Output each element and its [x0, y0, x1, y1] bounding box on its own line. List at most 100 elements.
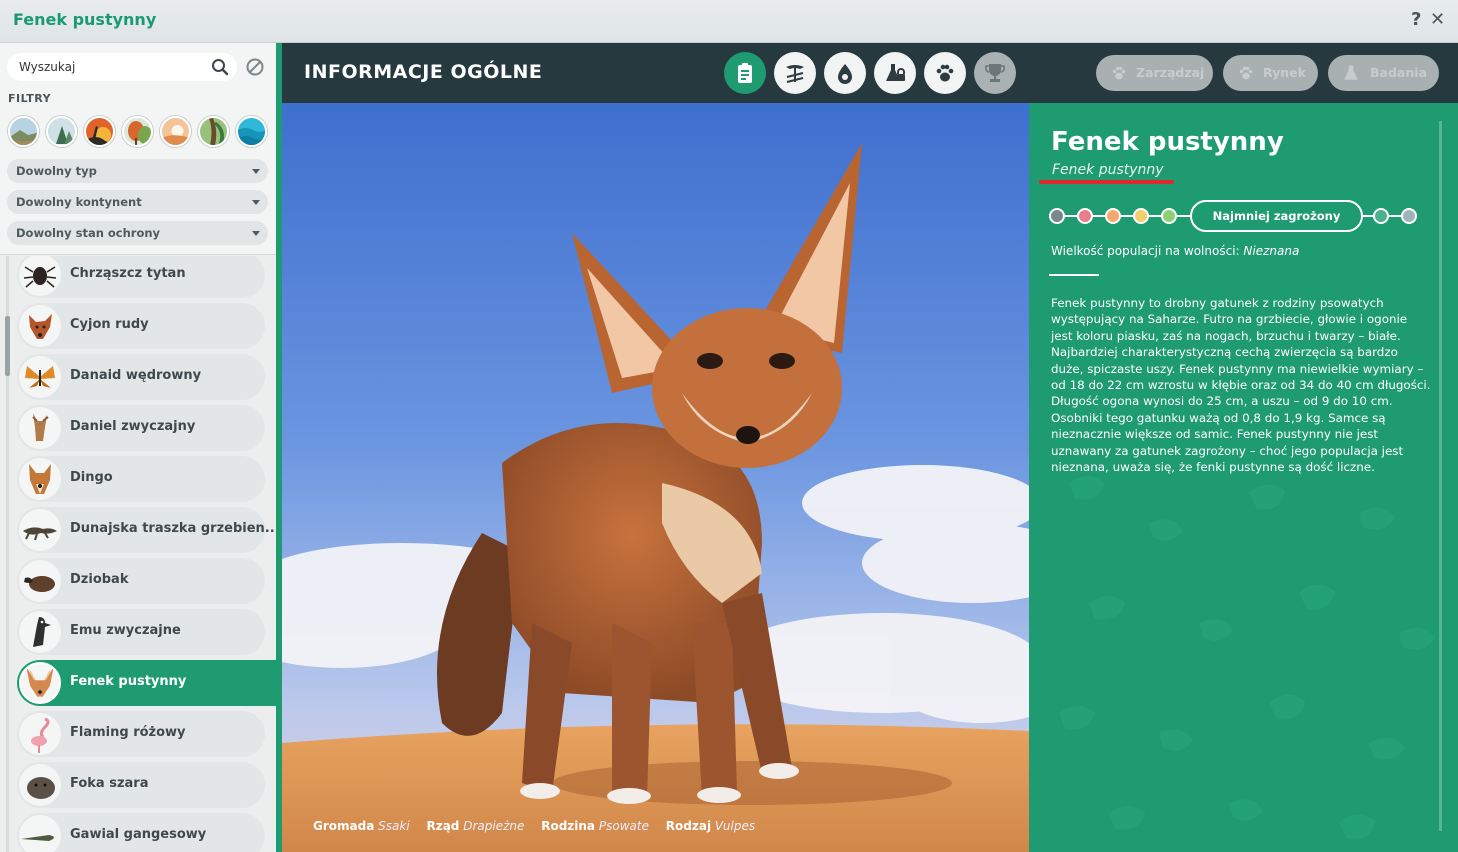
taxonomy-bar: Gromada Ssaki Rząd Drapieżne Rodzina Pso… — [313, 819, 768, 833]
tab-food[interactable] — [824, 52, 866, 94]
clipboard-icon — [738, 63, 752, 83]
trophy-icon — [985, 64, 1005, 82]
population-line: Wielkość populacji na wolności: Nieznana — [1051, 244, 1299, 258]
class-key: Gromada — [313, 819, 375, 833]
tab-animals[interactable] — [924, 52, 966, 94]
list-item[interactable]: Dziobak — [17, 558, 265, 604]
population-value: Nieznana — [1243, 244, 1300, 258]
status-badge: Najmniej zagrożony — [1190, 200, 1363, 232]
flask-icon — [1344, 65, 1358, 80]
tropical-icon[interactable] — [84, 116, 115, 147]
conservation-dropdown[interactable]: Dowolny stan ochrony — [7, 221, 268, 245]
list-item-selected[interactable]: Fenek pustynny — [17, 660, 276, 706]
spellcheck-underline — [1039, 180, 1174, 184]
enrichment-icon — [886, 64, 905, 81]
butterfly-icon — [19, 356, 61, 398]
status-dot — [1077, 208, 1093, 224]
research-button-label: Badania — [1370, 65, 1427, 80]
seal-icon — [19, 764, 61, 806]
title-bar: Fenek pustynny ? ✕ — [0, 0, 1458, 43]
sidebar: Wyszukaj FILTRY Dowolny typ Dowolny kont… — [0, 43, 282, 852]
order-key: Rząd — [426, 819, 460, 833]
search-placeholder: Wyszukaj — [19, 60, 76, 74]
continent-dropdown[interactable]: Dowolny kontynent — [7, 190, 268, 214]
dhole-icon — [19, 305, 61, 347]
divider — [1049, 274, 1099, 276]
clear-filters-icon[interactable] — [245, 57, 265, 81]
list-item-label: Dunajska traszka grzebien... — [70, 521, 276, 536]
deer-icon — [19, 407, 61, 449]
paw-icon — [1112, 66, 1126, 80]
aquatic-icon[interactable] — [236, 116, 267, 147]
close-button[interactable]: ✕ — [1430, 9, 1445, 31]
list-item[interactable]: Emu zwyczajne — [17, 609, 265, 655]
platypus-icon — [19, 560, 61, 602]
list-item-label: Fenek pustynny — [70, 674, 187, 689]
list-item-label: Danaid wędrowny — [70, 368, 202, 383]
list-item[interactable]: Daniel zwyczajny — [17, 405, 265, 451]
help-button[interactable]: ? — [1411, 9, 1421, 31]
animal-latin-name: Fenek pustynny — [1052, 162, 1164, 178]
family-key: Rodzina — [541, 819, 596, 833]
list-item[interactable]: Cyjon rudy — [17, 303, 265, 349]
newt-icon — [19, 509, 61, 551]
list-item[interactable]: Dunajska traszka grzebien... — [17, 507, 276, 553]
scrollbar-thumb[interactable] — [5, 316, 10, 376]
tab-achievements[interactable] — [974, 52, 1016, 94]
tab-general-info[interactable] — [724, 52, 766, 94]
food-icon — [838, 64, 852, 84]
list-item[interactable]: Flaming różowy — [17, 711, 265, 757]
list-item-label: Dziobak — [70, 572, 129, 587]
tab-habitat[interactable] — [774, 52, 816, 94]
list-item-label: Cyjon rudy — [70, 317, 149, 332]
search-icon[interactable] — [211, 58, 229, 80]
list-item-label: Gawial gangesowy — [70, 827, 207, 842]
status-dot — [1401, 208, 1417, 224]
type-dropdown-value: Dowolny typ — [16, 164, 97, 178]
status-dot — [1133, 208, 1149, 224]
market-button-label: Rynek — [1263, 65, 1306, 80]
list-item[interactable]: Foka szara — [17, 762, 265, 808]
manage-button[interactable]: Zarządzaj — [1096, 55, 1213, 91]
genus-value: Vulpes — [714, 819, 756, 833]
list-item[interactable]: Dingo — [17, 456, 265, 502]
animal-name: Fenek pustynny — [1051, 127, 1284, 157]
research-button[interactable]: Badania — [1328, 55, 1439, 91]
conservation-status-scale: Najmniej zagrożony — [1049, 199, 1419, 233]
desert-icon[interactable] — [160, 116, 191, 147]
search-input[interactable]: Wyszukaj — [7, 53, 237, 81]
taiga-icon[interactable] — [46, 116, 77, 147]
continent-dropdown-value: Dowolny kontynent — [16, 195, 142, 209]
status-dot — [1049, 208, 1065, 224]
animal-description: Fenek pustynny to drobny gatunek z rodzi… — [1051, 296, 1431, 475]
list-item[interactable]: Danaid wędrowny — [17, 354, 265, 400]
flamingo-icon — [19, 713, 61, 755]
info-scrollbar[interactable] — [1439, 121, 1442, 831]
animal-photo: Gromada Ssaki Rząd Drapieżne Rodzina Pso… — [282, 103, 1029, 852]
list-item-label: Chrząszcz tytan — [70, 266, 186, 281]
filter-panel: Wyszukaj FILTRY Dowolny typ Dowolny kont… — [0, 43, 276, 255]
habitat-icon — [786, 65, 804, 83]
grassland-icon[interactable] — [8, 116, 39, 147]
list-item[interactable]: Chrząszcz tytan — [17, 256, 265, 298]
list-item[interactable]: Gawial gangesowy — [17, 813, 265, 852]
beetle-icon — [19, 256, 61, 296]
genus-key: Rodzaj — [665, 819, 712, 833]
family-value: Psowate — [598, 819, 649, 833]
type-dropdown[interactable]: Dowolny typ — [7, 159, 268, 183]
list-item-label: Daniel zwyczajny — [70, 419, 196, 434]
animal-list[interactable]: Chrząszcz tytan Cyjon rudy Danaid wędrow… — [0, 256, 276, 852]
market-button[interactable]: Rynek — [1223, 55, 1318, 91]
dingo-icon — [19, 458, 61, 500]
jungle-icon[interactable] — [198, 116, 229, 147]
status-dot — [1105, 208, 1121, 224]
manage-button-label: Zarządzaj — [1136, 65, 1205, 80]
fennec-icon — [19, 662, 61, 704]
temperate-icon[interactable] — [122, 116, 153, 147]
population-label: Wielkość populacji na wolności: — [1051, 244, 1240, 258]
header-bar: INFORMACJE OGÓLNE Zarządzaj Rynek Badani… — [282, 43, 1458, 103]
market-paw-icon — [1239, 66, 1253, 80]
tab-enrichment[interactable] — [874, 52, 916, 94]
list-item-label: Flaming różowy — [70, 725, 186, 740]
list-item-label: Dingo — [70, 470, 113, 485]
